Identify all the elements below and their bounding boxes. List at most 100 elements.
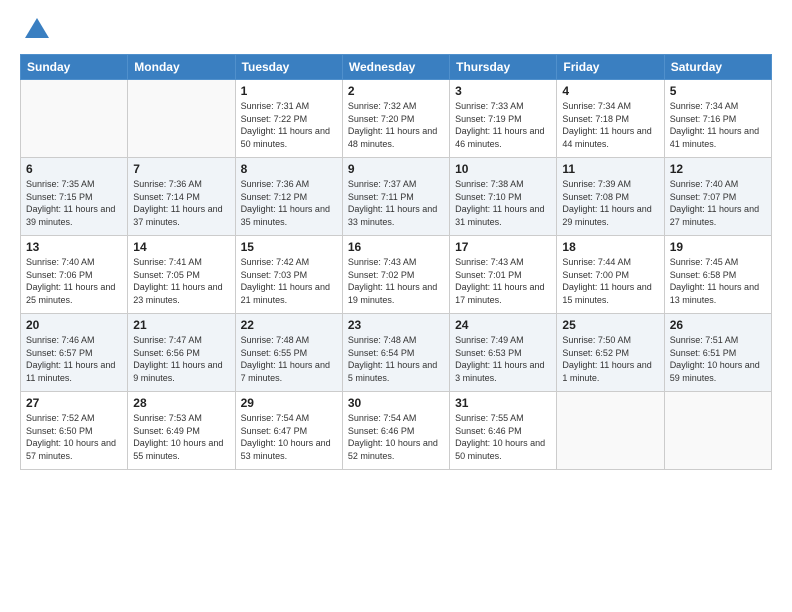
calendar-cell: 24 Sunrise: 7:49 AMSunset: 6:53 PMDayligh… xyxy=(450,314,557,392)
day-info: Sunrise: 7:54 AMSunset: 6:46 PMDaylight:… xyxy=(348,412,444,462)
calendar-cell: 3Sunrise: 7:33 AMSunset: 7:19 PMDaylight… xyxy=(450,80,557,158)
calendar-cell: 8 Sunrise: 7:36 AMSunset: 7:12 PMDaylight… xyxy=(235,158,342,236)
calendar-week-4: 20 Sunrise: 7:46 AMSunset: 6:57 PMDayligh… xyxy=(21,314,772,392)
calendar-cell: 13 Sunrise: 7:40 AMSunset: 7:06 PMDayligh… xyxy=(21,236,128,314)
calendar-week-1: 1 Sunrise: 7:31 AMSunset: 7:22 PMDaylight… xyxy=(21,80,772,158)
day-number: 6 xyxy=(26,162,122,176)
calendar-cell: 21 Sunrise: 7:47 AMSunset: 6:56 PMDayligh… xyxy=(128,314,235,392)
day-info: Sunrise: 7:55 AMSunset: 6:46 PMDaylight:… xyxy=(455,412,551,462)
calendar-cell: 27 Sunrise: 7:52 AMSunset: 6:50 PMDayligh… xyxy=(21,392,128,470)
calendar-cell: 26 Sunrise: 7:51 AMSunset: 6:51 PMDayligh… xyxy=(664,314,771,392)
header xyxy=(20,16,772,44)
day-number: 8 xyxy=(241,162,337,176)
calendar-cell: 15 Sunrise: 7:42 AMSunset: 7:03 PMDayligh… xyxy=(235,236,342,314)
day-info: Sunrise: 7:36 AMSunset: 7:14 PMDaylight:… xyxy=(133,178,229,228)
calendar-cell: 22 Sunrise: 7:48 AMSunset: 6:55 PMDayligh… xyxy=(235,314,342,392)
calendar-cell xyxy=(664,392,771,470)
day-info: Sunrise: 7:40 AMSunset: 7:06 PMDaylight:… xyxy=(26,256,122,306)
day-info: Sunrise: 7:51 AMSunset: 6:51 PMDaylight:… xyxy=(670,334,766,384)
calendar-cell: 19 Sunrise: 7:45 AMSunset: 6:58 PMDayligh… xyxy=(664,236,771,314)
day-header-monday: Monday xyxy=(128,55,235,80)
day-header-saturday: Saturday xyxy=(664,55,771,80)
day-info: Sunrise: 7:36 AMSunset: 7:12 PMDaylight:… xyxy=(241,178,337,228)
day-number: 17 xyxy=(455,240,551,254)
page: SundayMondayTuesdayWednesdayThursdayFrid… xyxy=(0,0,792,612)
day-info: Sunrise: 7:47 AMSunset: 6:56 PMDaylight:… xyxy=(133,334,229,384)
calendar-cell: 4 Sunrise: 7:34 AMSunset: 7:18 PMDaylight… xyxy=(557,80,664,158)
day-number: 11 xyxy=(562,162,658,176)
day-number: 26 xyxy=(670,318,766,332)
day-number: 20 xyxy=(26,318,122,332)
day-number: 19 xyxy=(670,240,766,254)
day-number: 4 xyxy=(562,84,658,98)
day-number: 24 xyxy=(455,318,551,332)
day-info: Sunrise: 7:49 AMSunset: 6:53 PMDaylight:… xyxy=(455,334,551,384)
calendar-cell: 23Sunrise: 7:48 AMSunset: 6:54 PMDayligh… xyxy=(342,314,449,392)
day-number: 15 xyxy=(241,240,337,254)
calendar-cell: 31 Sunrise: 7:55 AMSunset: 6:46 PMDayligh… xyxy=(450,392,557,470)
day-info: Sunrise: 7:54 AMSunset: 6:47 PMDaylight:… xyxy=(241,412,337,462)
calendar-cell: 14Sunrise: 7:41 AMSunset: 7:05 PMDayligh… xyxy=(128,236,235,314)
day-number: 5 xyxy=(670,84,766,98)
day-number: 2 xyxy=(348,84,444,98)
calendar-cell: 10 Sunrise: 7:38 AMSunset: 7:10 PMDayligh… xyxy=(450,158,557,236)
day-info: Sunrise: 7:34 AMSunset: 7:16 PMDaylight:… xyxy=(670,100,766,150)
day-number: 28 xyxy=(133,396,229,410)
day-number: 12 xyxy=(670,162,766,176)
day-info: Sunrise: 7:37 AMSunset: 7:11 PMDaylight:… xyxy=(348,178,444,228)
calendar-cell: 11 Sunrise: 7:39 AMSunset: 7:08 PMDayligh… xyxy=(557,158,664,236)
day-info: Sunrise: 7:50 AMSunset: 6:52 PMDaylight:… xyxy=(562,334,658,384)
logo-icon xyxy=(23,16,51,44)
day-number: 25 xyxy=(562,318,658,332)
day-header-sunday: Sunday xyxy=(21,55,128,80)
day-info: Sunrise: 7:52 AMSunset: 6:50 PMDaylight:… xyxy=(26,412,122,462)
day-number: 9 xyxy=(348,162,444,176)
day-info: Sunrise: 7:35 AMSunset: 7:15 PMDaylight:… xyxy=(26,178,122,228)
day-info: Sunrise: 7:44 AMSunset: 7:00 PMDaylight:… xyxy=(562,256,658,306)
day-info: Sunrise: 7:40 AMSunset: 7:07 PMDaylight:… xyxy=(670,178,766,228)
calendar-cell xyxy=(557,392,664,470)
day-number: 31 xyxy=(455,396,551,410)
day-info: Sunrise: 7:34 AMSunset: 7:18 PMDaylight:… xyxy=(562,100,658,150)
day-info: Sunrise: 7:45 AMSunset: 6:58 PMDaylight:… xyxy=(670,256,766,306)
day-info: Sunrise: 7:42 AMSunset: 7:03 PMDaylight:… xyxy=(241,256,337,306)
calendar-cell xyxy=(128,80,235,158)
day-number: 22 xyxy=(241,318,337,332)
day-number: 16 xyxy=(348,240,444,254)
day-header-thursday: Thursday xyxy=(450,55,557,80)
calendar-cell: 1 Sunrise: 7:31 AMSunset: 7:22 PMDaylight… xyxy=(235,80,342,158)
calendar-cell: 12 Sunrise: 7:40 AMSunset: 7:07 PMDayligh… xyxy=(664,158,771,236)
calendar-cell: 2Sunrise: 7:32 AMSunset: 7:20 PMDaylight… xyxy=(342,80,449,158)
calendar-week-2: 6 Sunrise: 7:35 AMSunset: 7:15 PMDaylight… xyxy=(21,158,772,236)
day-header-tuesday: Tuesday xyxy=(235,55,342,80)
day-info: Sunrise: 7:41 AMSunset: 7:05 PMDaylight:… xyxy=(133,256,229,306)
day-header-wednesday: Wednesday xyxy=(342,55,449,80)
logo xyxy=(20,16,51,44)
calendar-cell: 18 Sunrise: 7:44 AMSunset: 7:00 PMDayligh… xyxy=(557,236,664,314)
day-info: Sunrise: 7:31 AMSunset: 7:22 PMDaylight:… xyxy=(241,100,337,150)
day-info: Sunrise: 7:53 AMSunset: 6:49 PMDaylight:… xyxy=(133,412,229,462)
day-number: 13 xyxy=(26,240,122,254)
calendar-cell: 16 Sunrise: 7:43 AMSunset: 7:02 PMDayligh… xyxy=(342,236,449,314)
day-number: 23 xyxy=(348,318,444,332)
day-number: 18 xyxy=(562,240,658,254)
day-info: Sunrise: 7:43 AMSunset: 7:02 PMDaylight:… xyxy=(348,256,444,306)
day-number: 29 xyxy=(241,396,337,410)
day-number: 10 xyxy=(455,162,551,176)
calendar-cell: 25 Sunrise: 7:50 AMSunset: 6:52 PMDayligh… xyxy=(557,314,664,392)
calendar-cell: 20 Sunrise: 7:46 AMSunset: 6:57 PMDayligh… xyxy=(21,314,128,392)
day-info: Sunrise: 7:39 AMSunset: 7:08 PMDaylight:… xyxy=(562,178,658,228)
day-number: 21 xyxy=(133,318,229,332)
day-number: 1 xyxy=(241,84,337,98)
day-info: Sunrise: 7:38 AMSunset: 7:10 PMDaylight:… xyxy=(455,178,551,228)
calendar-cell xyxy=(21,80,128,158)
calendar-cell: 30Sunrise: 7:54 AMSunset: 6:46 PMDayligh… xyxy=(342,392,449,470)
calendar-header-row: SundayMondayTuesdayWednesdayThursdayFrid… xyxy=(21,55,772,80)
calendar-week-5: 27 Sunrise: 7:52 AMSunset: 6:50 PMDayligh… xyxy=(21,392,772,470)
day-info: Sunrise: 7:46 AMSunset: 6:57 PMDaylight:… xyxy=(26,334,122,384)
day-number: 7 xyxy=(133,162,229,176)
day-number: 3 xyxy=(455,84,551,98)
day-info: Sunrise: 7:48 AMSunset: 6:55 PMDaylight:… xyxy=(241,334,337,384)
calendar-week-3: 13 Sunrise: 7:40 AMSunset: 7:06 PMDayligh… xyxy=(21,236,772,314)
day-number: 27 xyxy=(26,396,122,410)
